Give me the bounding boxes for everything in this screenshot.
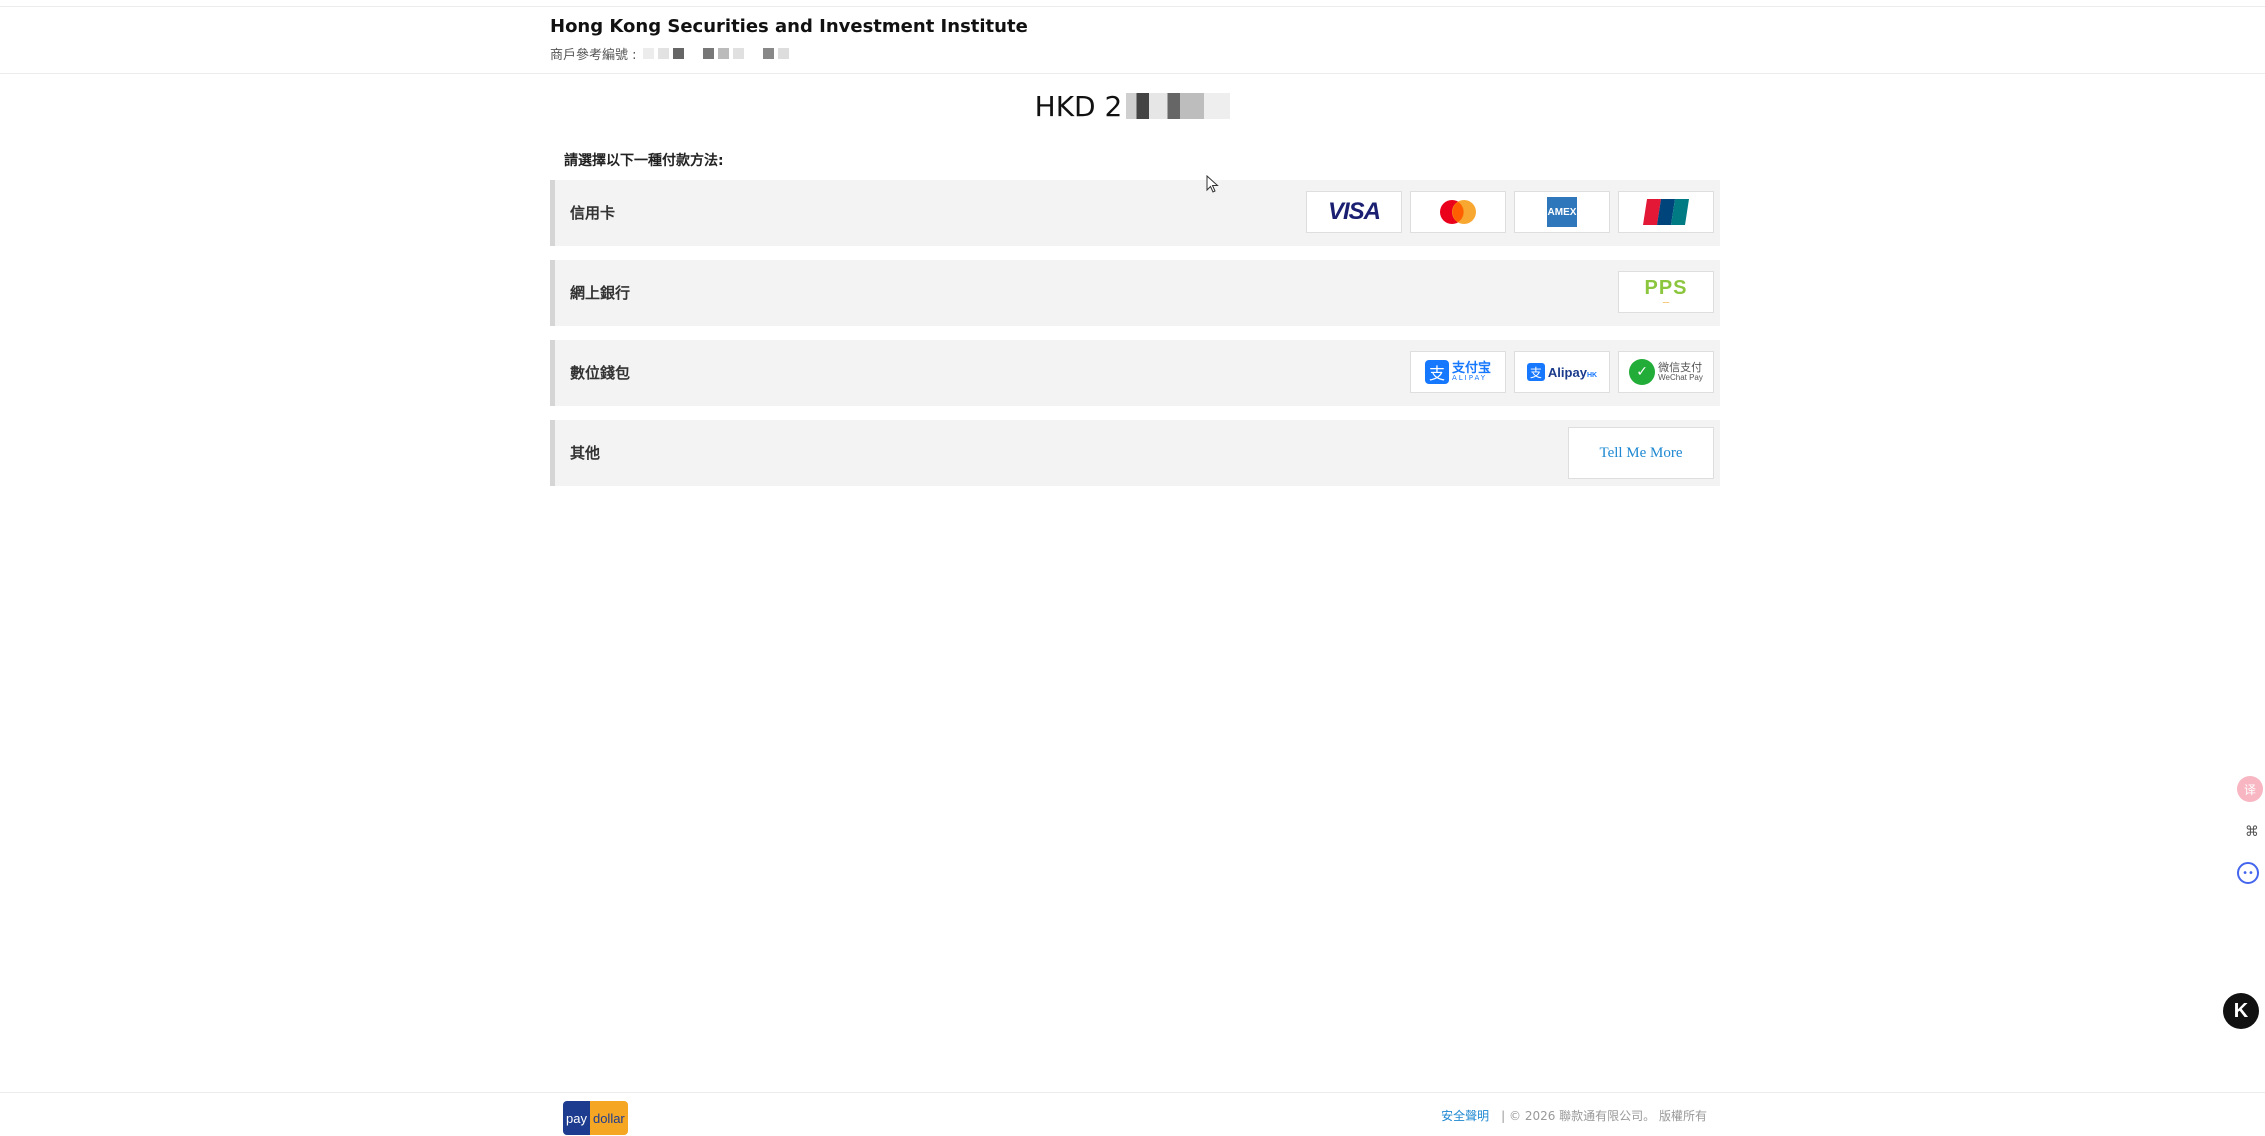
assistant-bot-icon[interactable]: •• <box>2237 862 2259 884</box>
method-row-credit-card[interactable]: 信用卡 VISA AMEX <box>550 180 1720 246</box>
method-label-digital-wallet: 數位錢包 <box>570 364 631 382</box>
merchant-reference: 商戶參考編號 : <box>550 44 789 63</box>
mouse-cursor-icon <box>1206 175 1219 193</box>
tell-me-more-button[interactable]: Tell Me More <box>1568 427 1714 479</box>
translate-icon[interactable]: 译 <box>2237 776 2263 802</box>
page-footer: pay dollar 安全聲明 | © 2026 聯款通有限公司。 版權所有 <box>0 1092 2265 1136</box>
method-label-online-banking: 網上銀行 <box>570 284 631 302</box>
alipay-logo[interactable]: 支 支付宝 ALIPAY <box>1410 351 1506 393</box>
method-row-online-banking[interactable]: 網上銀行 PPS — <box>550 260 1720 326</box>
merchant-header: Hong Kong Securities and Investment Inst… <box>0 7 2265 74</box>
unionpay-icon <box>1643 199 1689 225</box>
alipayhk-logo[interactable]: 支 AlipayHK <box>1514 351 1610 393</box>
visa-logo[interactable]: VISA <box>1306 191 1402 233</box>
amount-text: HKD 2 <box>1034 90 1123 123</box>
copyright-text: | © 2026 聯款通有限公司。 版權所有 <box>1501 1109 1707 1123</box>
method-row-other[interactable]: 其他 Tell Me More <box>550 420 1720 486</box>
alipayhk-icon: 支 <box>1526 363 1545 381</box>
security-statement-link[interactable]: 安全聲明 <box>1441 1109 1489 1123</box>
online-banking-logos: PPS — <box>1618 271 1714 313</box>
method-row-digital-wallet[interactable]: 數位錢包 支 支付宝 ALIPAY 支 AlipayHK ✓ 微信支付 WeChat… <box>550 340 1720 406</box>
k-extension-button[interactable]: K <box>2223 993 2259 1029</box>
mastercard-icon <box>1440 200 1476 224</box>
mastercard-logo[interactable] <box>1410 191 1506 233</box>
amex-logo[interactable]: AMEX <box>1514 191 1610 233</box>
amex-icon: AMEX <box>1547 197 1577 227</box>
payment-method-prompt: 請選擇以下一種付款方法: <box>564 153 724 169</box>
merchant-name: Hong Kong Securities and Investment Inst… <box>550 16 1028 37</box>
unionpay-logo[interactable] <box>1618 191 1714 233</box>
payment-amount: HKD 2 <box>0 90 2265 123</box>
pps-icon: PPS <box>1644 277 1688 299</box>
apps-grid-icon[interactable]: ⌘ <box>2245 824 2259 840</box>
payment-methods-list: 信用卡 VISA AMEX 網上銀行 PPS — 數位錢包 支 支付宝 ALIP… <box>550 180 1720 500</box>
method-label-credit-card: 信用卡 <box>570 204 616 222</box>
amount-redacted <box>1126 93 1231 119</box>
wechat-pay-icon: ✓ <box>1629 359 1656 385</box>
wechat-pay-logo[interactable]: ✓ 微信支付 WeChat Pay <box>1618 351 1714 393</box>
paydollar-logo: pay dollar <box>563 1101 628 1135</box>
alipay-icon: 支 <box>1424 360 1449 384</box>
credit-card-logos: VISA AMEX <box>1306 191 1714 233</box>
method-label-other: 其他 <box>570 444 601 462</box>
footer-links: 安全聲明 | © 2026 聯款通有限公司。 版權所有 <box>1441 1107 1707 1124</box>
merchant-reference-redacted <box>642 48 789 59</box>
pps-logo[interactable]: PPS — <box>1618 271 1714 313</box>
digital-wallet-logos: 支 支付宝 ALIPAY 支 AlipayHK ✓ 微信支付 WeChat Pay <box>1410 351 1714 393</box>
merchant-reference-label: 商戶參考編號 : <box>550 48 637 63</box>
